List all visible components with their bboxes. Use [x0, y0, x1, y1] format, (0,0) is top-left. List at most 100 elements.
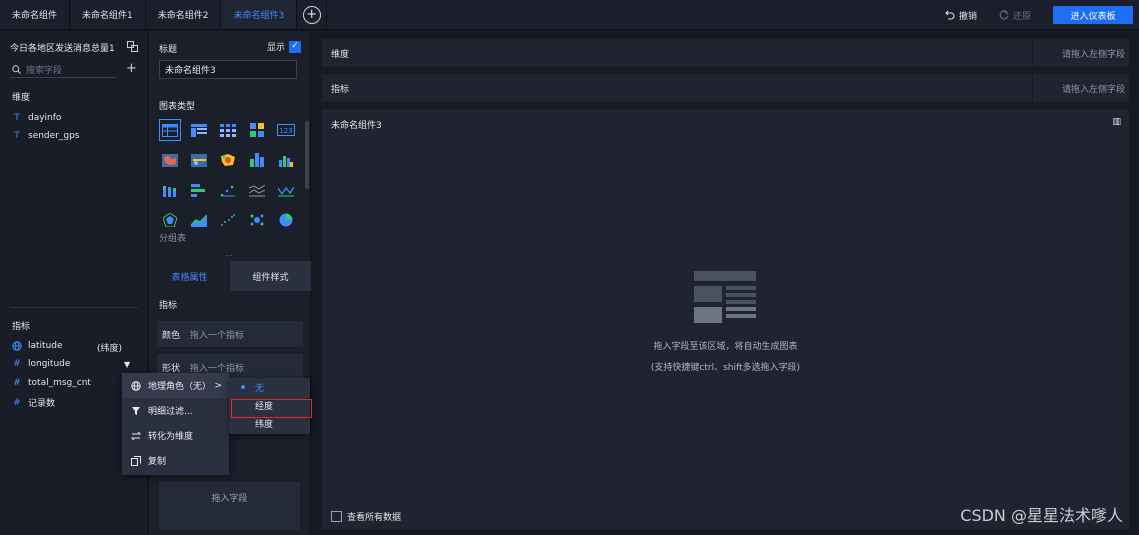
measure-field-record-count[interactable]: # 记录数: [12, 396, 55, 410]
multi-line-icon[interactable]: [246, 179, 268, 201]
tab-component-3[interactable]: 未命名组件3: [221, 0, 298, 29]
line-combo-icon[interactable]: [275, 179, 297, 201]
bubble-chart-icon[interactable]: [246, 209, 268, 231]
tab-component-1[interactable]: 未命名组件1: [70, 0, 146, 29]
show-title-toggle[interactable]: 显示 ✓: [267, 40, 302, 53]
shape-hint: 拖入一个指标: [190, 363, 245, 374]
menu-item-geo-role[interactable]: 地理角色（无） >: [122, 373, 229, 398]
view-all-data-checkbox[interactable]: 查看所有数据: [331, 510, 401, 523]
switch-dataset-icon[interactable]: [127, 41, 138, 52]
enter-dashboard-button[interactable]: 进入仪表板: [1053, 6, 1133, 24]
redo-icon: [999, 10, 1009, 20]
color-label: 颜色: [162, 330, 181, 341]
text-type-icon: T: [14, 131, 20, 141]
redo-button[interactable]: 还原: [999, 9, 1031, 22]
swap-icon: [131, 431, 141, 440]
checkbox-icon: [331, 511, 342, 522]
heat-table-icon[interactable]: [246, 119, 268, 141]
tab-component-2[interactable]: 未命名组件2: [146, 0, 222, 29]
dimensions-title: 维度: [12, 93, 31, 103]
tab-component-style[interactable]: 组件样式: [230, 261, 311, 291]
property-tabs: 表格属性 组件样式: [149, 261, 311, 291]
plus-icon: +: [302, 5, 321, 24]
undo-button[interactable]: 撤销: [945, 9, 977, 22]
toolbar: 撤销 还原 进入仪表板: [945, 0, 1139, 30]
caret-down-icon[interactable]: ▼: [124, 360, 130, 369]
cross-table-icon[interactable]: [188, 119, 210, 141]
field-drop-zone[interactable]: 拖入字段: [159, 482, 300, 530]
color-hint: 拖入一个指标: [190, 330, 245, 341]
dimension-slot[interactable]: 维度 请拖入左侧字段: [322, 39, 1129, 67]
chart-type-label: 图表类型: [159, 102, 196, 112]
measure-slot[interactable]: 指标 请拖入左侧字段: [322, 74, 1129, 102]
checkmark-icon: ✓: [289, 40, 302, 53]
measures-label: 指标: [159, 301, 178, 311]
empty-chart-icon: [694, 271, 756, 323]
scatter-chart-icon[interactable]: [217, 209, 239, 231]
number-type-icon: #: [13, 397, 21, 408]
map-bubble-icon[interactable]: [188, 149, 210, 171]
field-search[interactable]: 搜索字段: [10, 61, 116, 78]
chart-type-grid: 123: [159, 119, 301, 239]
tab-table-properties[interactable]: 表格属性: [149, 261, 230, 291]
widget-title: 未命名组件3: [331, 121, 382, 131]
search-input[interactable]: 搜索字段: [26, 63, 62, 76]
chart-type-scrollbar[interactable]: [305, 121, 309, 189]
resize-handle[interactable]: ⋯: [225, 251, 233, 260]
dimension-field-dayinfo[interactable]: T dayinfo: [12, 113, 61, 123]
add-field-icon[interactable]: +: [126, 61, 137, 76]
menu-item-convert-dimension[interactable]: 转化为维度: [122, 423, 229, 448]
empty-hint: 拖入字段至该区域，将自动生成图表: [653, 342, 798, 352]
number-type-icon: #: [13, 359, 21, 369]
chevron-right-icon: >: [214, 380, 222, 391]
list-table-icon[interactable]: [217, 119, 239, 141]
svg-text:123: 123: [279, 127, 292, 135]
title-input[interactable]: 未命名组件3: [159, 60, 297, 79]
dimension-field-sender-gps[interactable]: T sender_gps: [12, 131, 79, 141]
filter-icon: [132, 406, 140, 415]
menu-item-copy[interactable]: 复制: [122, 448, 229, 473]
measures-title: 指标: [12, 322, 31, 332]
map-heat-icon[interactable]: [217, 149, 239, 171]
field-context-menu: 地理角色（无） > 明细过滤... 转化为维度 复制: [122, 373, 229, 475]
dataset-name: 今日各地区发送消息总量1: [10, 44, 115, 54]
scatter-line-icon[interactable]: [217, 179, 239, 201]
dataset-row: 今日各地区发送消息总量1: [10, 41, 138, 54]
text-type-icon: T: [14, 113, 20, 123]
chart-widget[interactable]: 未命名组件3 ▥ 拖入字段至该区域，将自动生成图表 (支持快捷键ctrl、shi…: [322, 109, 1129, 529]
column-chart-icon[interactable]: [246, 149, 268, 171]
top-bar: 未命名组件 未命名组件1 未命名组件2 未命名组件3 + 撤销 还原 进入仪表板: [0, 0, 1139, 30]
horizontal-bar-icon[interactable]: [188, 179, 210, 201]
copy-icon: [131, 455, 141, 466]
measure-field-latitude[interactable]: latitude: [12, 341, 63, 351]
panel-divider: [10, 307, 138, 308]
globe-icon: [12, 341, 22, 351]
radar-chart-icon[interactable]: [159, 209, 181, 231]
area-chart-icon[interactable]: [188, 209, 210, 231]
pie-chart-icon[interactable]: [275, 209, 297, 231]
canvas: 维度 请拖入左侧字段 指标 请拖入左侧字段 未命名组件3 ▥ 拖入字段至该区域，…: [312, 31, 1139, 535]
highlight-box: [231, 399, 312, 418]
menu-item-detail-filter[interactable]: 明细过滤...: [122, 398, 229, 423]
table-chart-icon[interactable]: [159, 119, 181, 141]
number-type-icon: #: [13, 378, 21, 388]
bar-group-icon[interactable]: [275, 149, 297, 171]
color-drop-zone[interactable]: 颜色 拖入一个指标: [157, 321, 303, 347]
search-icon: [12, 64, 21, 74]
globe-icon: [131, 380, 141, 391]
empty-hint-shortcut: (支持快捷键ctrl、shift多选拖入字段): [650, 363, 801, 373]
geo-role-none[interactable]: 无: [229, 378, 310, 396]
measure-field-longitude[interactable]: # longitude: [12, 359, 70, 369]
measure-field-total-msg-cnt[interactable]: # total_msg_cnt: [12, 378, 91, 388]
selected-chart-caption: 分组表: [159, 234, 187, 244]
geo-role-suffix: (纬度): [97, 344, 123, 354]
stacked-column-icon[interactable]: [159, 179, 181, 201]
tab-component[interactable]: 未命名组件: [0, 0, 71, 29]
columns-icon[interactable]: ▥: [1112, 117, 1121, 127]
map-region-icon[interactable]: [159, 149, 181, 171]
watermark: CSDN @星星法术嗲人: [960, 506, 1123, 525]
add-tab-button[interactable]: +: [297, 0, 328, 29]
undo-icon: [945, 10, 955, 20]
kpi-number-icon[interactable]: 123: [275, 119, 297, 141]
shape-label: 形状: [162, 363, 181, 374]
